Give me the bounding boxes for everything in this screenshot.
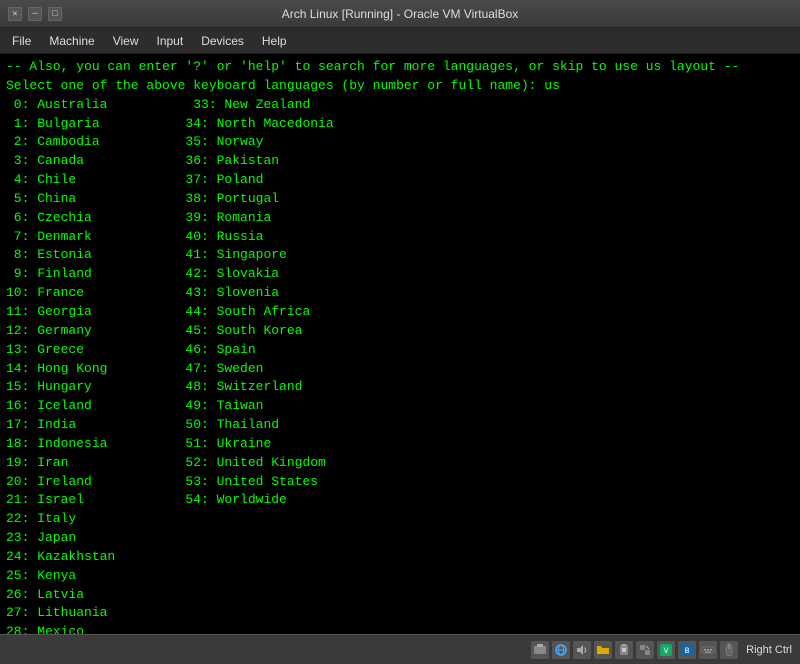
menu-input[interactable]: Input	[149, 31, 192, 51]
menu-help[interactable]: Help	[254, 31, 295, 51]
menu-devices[interactable]: Devices	[193, 31, 252, 51]
svg-text:B: B	[685, 647, 690, 656]
status-icons-group: V B	[531, 641, 738, 659]
menu-view[interactable]: View	[105, 31, 147, 51]
right-ctrl-label: Right Ctrl	[746, 644, 792, 656]
terminal-screen[interactable]: -- Also, you can enter '?' or 'help' to …	[0, 54, 800, 634]
keyboard-icon[interactable]	[699, 641, 717, 659]
menu-file[interactable]: File	[4, 31, 39, 51]
menu-bar: File Machine View Input Devices Help	[0, 28, 800, 54]
vbox-icon1[interactable]: V	[657, 641, 675, 659]
network-icon[interactable]	[552, 641, 570, 659]
usb-icon[interactable]	[531, 641, 549, 659]
status-bar: V B Right Ctrl	[0, 634, 800, 664]
window-title: Arch Linux [Running] - Oracle VM Virtual…	[282, 7, 519, 21]
terminal-output: -- Also, you can enter '?' or 'help' to …	[6, 58, 794, 634]
shared-folders-icon[interactable]	[594, 641, 612, 659]
minimize-button[interactable]: ─	[28, 7, 42, 21]
mouse-icon[interactable]	[720, 641, 738, 659]
sound-icon[interactable]	[573, 641, 591, 659]
vbox-icon2[interactable]: B	[678, 641, 696, 659]
close-button[interactable]: ✕	[8, 7, 22, 21]
title-bar: ✕ ─ □ Arch Linux [Running] - Oracle VM V…	[0, 0, 800, 28]
maximize-button[interactable]: □	[48, 7, 62, 21]
clipboard-icon[interactable]	[615, 641, 633, 659]
menu-machine[interactable]: Machine	[41, 31, 102, 51]
drag-icon[interactable]	[636, 641, 654, 659]
svg-text:V: V	[664, 647, 669, 656]
window-controls[interactable]: ✕ ─ □	[8, 7, 62, 21]
